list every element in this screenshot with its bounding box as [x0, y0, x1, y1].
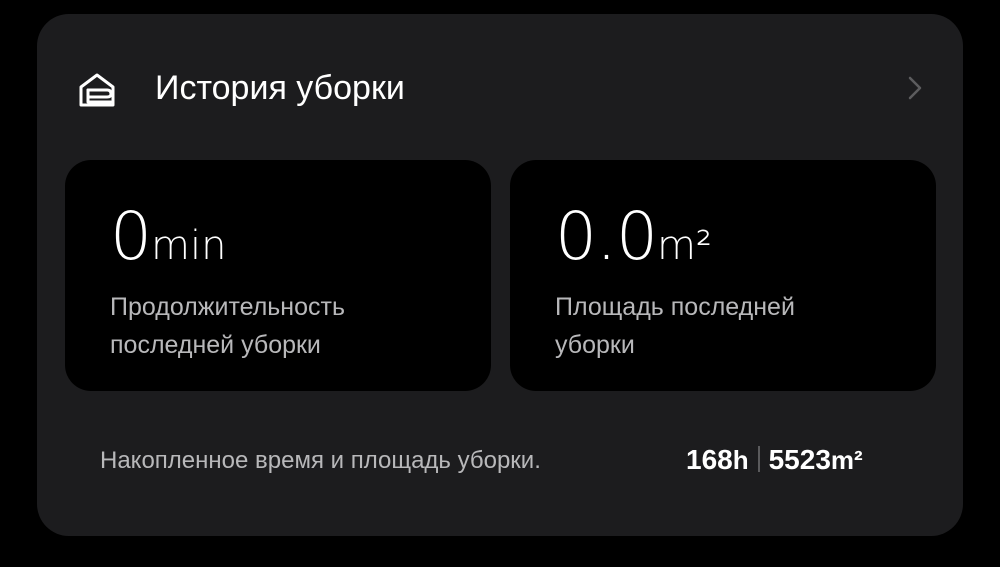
area-number: 0.0: [555, 198, 658, 275]
duration-unit: min: [151, 223, 227, 269]
duration-number: 0: [110, 198, 152, 275]
area-label-line1: Площадь последней: [555, 293, 795, 321]
last-duration-value: 0min: [110, 202, 226, 290]
duration-label-line1: Продолжительность: [110, 293, 345, 321]
totals-values: 168h 5523m²: [686, 443, 863, 477]
last-area-tile: 0.0m² Площадь последней уборки: [510, 160, 936, 391]
last-duration-label: Продолжительность последней уборки: [110, 288, 470, 364]
last-duration-tile: 0min Продолжительность последней уборки: [65, 160, 491, 391]
cleaning-history-icon: [77, 70, 117, 110]
cleaning-history-header[interactable]: История уборки: [37, 14, 963, 162]
total-time-value: 168: [686, 444, 733, 475]
duration-label-line2: последней уборки: [110, 331, 321, 359]
last-area-value: 0.0m²: [555, 202, 712, 290]
total-time-unit: h: [732, 445, 749, 475]
total-area-value: 5523: [768, 444, 831, 475]
totals-label: Накопленное время и площадь уборки.: [100, 447, 541, 474]
cleaning-history-card[interactable]: История уборки 0min Продолжительность по…: [37, 14, 963, 536]
last-area-label: Площадь последней уборки: [555, 288, 915, 364]
total-area-unit: m²: [830, 445, 863, 475]
area-label-line2: уборки: [555, 331, 635, 359]
totals-divider: [757, 446, 760, 472]
area-unit: m²: [656, 223, 712, 269]
page-title: История уборки: [155, 69, 405, 107]
chevron-right-icon[interactable]: [899, 72, 929, 104]
